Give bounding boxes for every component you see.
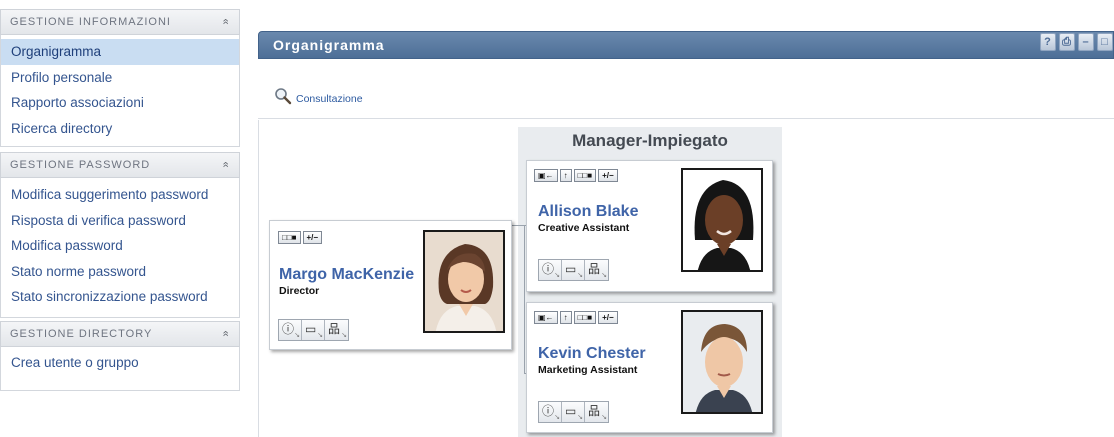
person-title: Marketing Assistant	[538, 364, 638, 376]
minimize-icon[interactable]: –	[1078, 33, 1094, 51]
section-title: GESTIONE DIRECTORY	[10, 328, 153, 340]
card-toolbar: ▣← ↑ □□■ +/−	[534, 169, 618, 182]
person-name[interactable]: Allison Blake	[538, 203, 638, 221]
up-button[interactable]: ↑	[559, 311, 572, 324]
email-icon[interactable]: ▭ ↘	[562, 402, 585, 422]
print-icon[interactable]: ⎙	[1059, 33, 1075, 51]
section-title: GESTIONE INFORMAZIONI	[10, 16, 171, 28]
toggle-button[interactable]: +/−	[598, 311, 618, 324]
collapse-icon[interactable]: «	[219, 330, 231, 337]
sidebar: GESTIONE INFORMAZIONI « Organigramma Pro…	[0, 0, 240, 437]
panel-titlebar: Organigramma ? ⎙ – □	[258, 31, 1114, 59]
expand-children-button[interactable]: □□■	[278, 231, 301, 244]
card-toolbar: □□■ +/−	[278, 231, 323, 244]
sidebar-item-stato-norme-password[interactable]: Stato norme password	[1, 259, 239, 285]
toggle-button[interactable]: +/−	[598, 169, 618, 182]
person-title: Director	[279, 285, 320, 297]
orgchart-canvas: Manager-Impiegato □□■ +/− Margo MacKenzi…	[258, 120, 1114, 437]
page-title: Organigramma	[273, 37, 385, 53]
card-toolbar: ▣← ↑ □□■ +/−	[534, 311, 618, 324]
toggle-button[interactable]: +/−	[302, 231, 323, 244]
collapse-icon[interactable]: «	[219, 18, 231, 25]
person-photo	[681, 168, 763, 272]
portrait-image	[425, 232, 503, 331]
expand-children-button[interactable]: □□■	[573, 169, 597, 182]
sidebar-item-stato-sincronizzazione-password[interactable]: Stato sincronizzazione password	[1, 284, 239, 310]
sidebar-item-organigramma[interactable]: Organigramma	[1, 39, 239, 65]
help-icon[interactable]: ?	[1040, 33, 1056, 51]
section-body-gestione-directory: Crea utente o gruppo	[0, 347, 240, 391]
panel-toolbar: Consultazione	[258, 59, 1114, 119]
person-photo	[423, 230, 505, 333]
portrait-image	[683, 312, 761, 412]
expand-managers-button[interactable]: ▣←	[534, 311, 558, 324]
lookup-label[interactable]: Consultazione	[296, 93, 363, 105]
lookup-button[interactable]: Consultazione	[274, 81, 363, 105]
main-panel: Organigramma ? ⎙ – □ Consultazione Manag…	[258, 0, 1114, 437]
magnifier-icon	[275, 88, 292, 105]
section-title: GESTIONE PASSWORD	[10, 159, 151, 171]
orgchart-icon[interactable]: 品 ↘	[585, 260, 608, 280]
email-icon[interactable]: ▭ ↘	[562, 260, 585, 280]
panel-window-buttons: ? ⎙ – □	[1040, 33, 1113, 51]
connector-line	[524, 225, 525, 373]
sidebar-item-ricerca-directory[interactable]: Ricerca directory	[1, 116, 239, 142]
person-title: Creative Assistant	[538, 222, 630, 234]
section-header-gestione-directory[interactable]: GESTIONE DIRECTORY «	[0, 321, 240, 347]
collapse-icon[interactable]: «	[219, 161, 231, 168]
section-header-gestione-informazioni[interactable]: GESTIONE INFORMAZIONI «	[0, 9, 240, 35]
up-button[interactable]: ↑	[559, 169, 572, 182]
card-actions: ⓘ ↘ ▭ ↘ 品 ↘	[278, 319, 349, 341]
sidebar-item-rapporto-associazioni[interactable]: Rapporto associazioni	[1, 90, 239, 116]
orgchart-icon[interactable]: 品 ↘	[585, 402, 608, 422]
sidebar-item-profilo-personale[interactable]: Profilo personale	[1, 65, 239, 91]
sidebar-item-modifica-password[interactable]: Modifica password	[1, 233, 239, 259]
card-actions: ⓘ ↘ ▭ ↘ 品 ↘	[538, 401, 609, 423]
info-icon[interactable]: ⓘ ↘	[539, 402, 562, 422]
info-icon[interactable]: ⓘ ↘	[279, 320, 302, 340]
section-header-gestione-password[interactable]: GESTIONE PASSWORD «	[0, 152, 240, 178]
expand-children-button[interactable]: □□■	[573, 311, 597, 324]
sidebar-item-modifica-suggerimento-password[interactable]: Modifica suggerimento password	[1, 182, 239, 208]
sidebar-item-risposta-verifica-password[interactable]: Risposta di verifica password	[1, 208, 239, 234]
person-card-report[interactable]: ▣← ↑ □□■ +/− Allison Blake Creative Assi…	[526, 160, 773, 292]
person-card-manager[interactable]: □□■ +/− Margo MacKenzie Director ⓘ↘ ▭↘	[269, 220, 512, 350]
section-body-gestione-password: Modifica suggerimento password Risposta …	[0, 178, 240, 318]
section-body-gestione-informazioni: Organigramma Profilo personale Rapporto …	[0, 35, 240, 147]
expand-managers-button[interactable]: ▣←	[534, 169, 558, 182]
relationship-title: Manager-Impiegato	[572, 131, 728, 150]
person-name[interactable]: Margo MacKenzie	[279, 266, 414, 284]
person-card-report[interactable]: ▣← ↑ □□■ +/− Kevin Chester Marketing Ass…	[526, 302, 773, 433]
email-icon[interactable]: ▭ ↘	[302, 320, 325, 340]
info-icon[interactable]: ⓘ ↘	[539, 260, 562, 280]
maximize-icon[interactable]: □	[1097, 33, 1113, 51]
person-photo	[681, 310, 763, 414]
orgchart-icon[interactable]: 品 ↘	[325, 320, 348, 340]
card-actions: ⓘ ↘ ▭ ↘ 品 ↘	[538, 259, 609, 281]
sidebar-item-crea-utente-gruppo[interactable]: Crea utente o gruppo	[1, 350, 239, 376]
portrait-image	[683, 170, 761, 270]
person-name[interactable]: Kevin Chester	[538, 345, 646, 363]
